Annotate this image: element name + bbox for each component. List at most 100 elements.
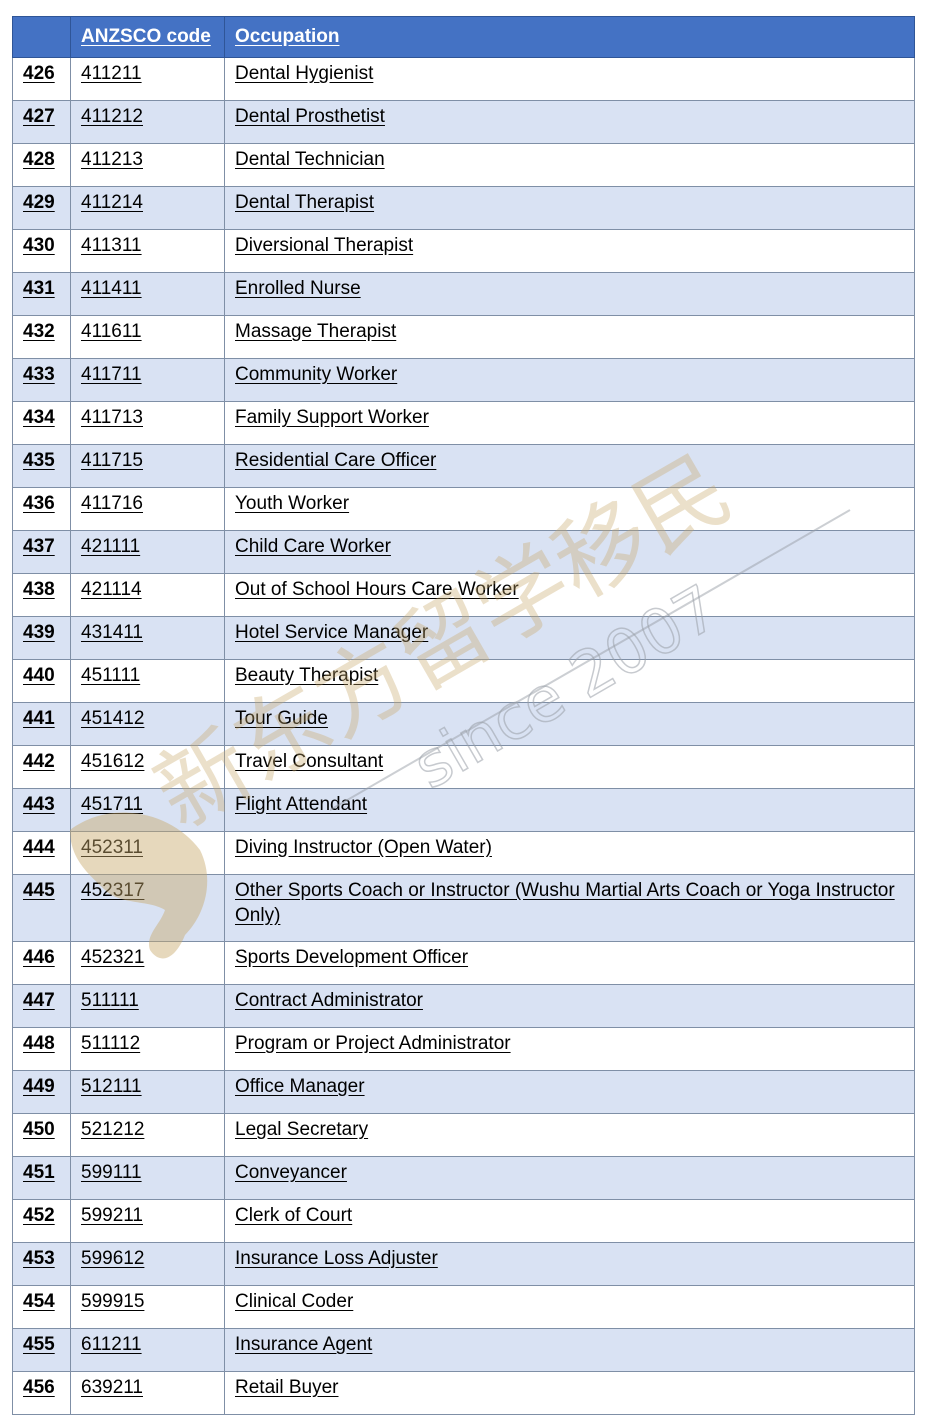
anzsco-code-link[interactable]: 451612	[70, 745, 225, 789]
row-number[interactable]: 451	[12, 1156, 71, 1200]
occupation-link[interactable]: Sports Development Officer	[224, 941, 915, 985]
anzsco-code-link[interactable]: 599612	[70, 1242, 225, 1286]
anzsco-code-link[interactable]: 411213	[70, 143, 225, 187]
row-number[interactable]: 438	[12, 573, 71, 617]
row-number[interactable]: 430	[12, 229, 71, 273]
row-number[interactable]: 427	[12, 100, 71, 144]
row-number[interactable]: 436	[12, 487, 71, 531]
row-number[interactable]: 432	[12, 315, 71, 359]
anzsco-code-link[interactable]: 451711	[70, 788, 225, 832]
table-row: 454 599915 Clinical Coder	[12, 1285, 915, 1329]
row-number[interactable]: 445	[12, 874, 71, 942]
anzsco-code-link[interactable]: 639211	[70, 1371, 225, 1415]
anzsco-code-link[interactable]: 411311	[70, 229, 225, 273]
row-number[interactable]: 449	[12, 1070, 71, 1114]
occupation-link[interactable]: Enrolled Nurse	[224, 272, 915, 316]
occupation-link[interactable]: Residential Care Officer	[224, 444, 915, 488]
row-number[interactable]: 444	[12, 831, 71, 875]
occupation-link[interactable]: Family Support Worker	[224, 401, 915, 445]
occupation-link[interactable]: Insurance Agent	[224, 1328, 915, 1372]
occupation-link[interactable]: Insurance Loss Adjuster	[224, 1242, 915, 1286]
occupation-link[interactable]: Office Manager	[224, 1070, 915, 1114]
anzsco-code-link[interactable]: 421111	[70, 530, 225, 574]
anzsco-code-link[interactable]: 411713	[70, 401, 225, 445]
row-number[interactable]: 455	[12, 1328, 71, 1372]
occupation-link[interactable]: Dental Technician	[224, 143, 915, 187]
occupation-link[interactable]: Diving Instructor (Open Water)	[224, 831, 915, 875]
occupation-link[interactable]: Clinical Coder	[224, 1285, 915, 1329]
anzsco-code-link[interactable]: 411715	[70, 444, 225, 488]
occupation-link[interactable]: Dental Prosthetist	[224, 100, 915, 144]
occupation-link[interactable]: Other Sports Coach or Instructor (Wushu …	[224, 874, 915, 942]
anzsco-code-link[interactable]: 431411	[70, 616, 225, 660]
anzsco-code-link[interactable]: 452317	[70, 874, 225, 942]
occupation-link[interactable]: Dental Therapist	[224, 186, 915, 230]
occupation-link[interactable]: Flight Attendant	[224, 788, 915, 832]
row-number[interactable]: 442	[12, 745, 71, 789]
occupation-link[interactable]: Retail Buyer	[224, 1371, 915, 1415]
anzsco-code-link[interactable]: 512111	[70, 1070, 225, 1114]
table-row: 452 599211 Clerk of Court	[12, 1199, 915, 1243]
anzsco-code-link[interactable]: 451412	[70, 702, 225, 746]
row-number[interactable]: 450	[12, 1113, 71, 1157]
row-number[interactable]: 440	[12, 659, 71, 703]
occupation-link[interactable]: Conveyancer	[224, 1156, 915, 1200]
row-number[interactable]: 428	[12, 143, 71, 187]
occupation-link[interactable]: Youth Worker	[224, 487, 915, 531]
table-row: 446 452321 Sports Development Officer	[12, 941, 915, 985]
occupation-link[interactable]: Travel Consultant	[224, 745, 915, 789]
occupation-link[interactable]: Contract Administrator	[224, 984, 915, 1028]
anzsco-code-link[interactable]: 411716	[70, 487, 225, 531]
header-anzsco-code[interactable]: ANZSCO code	[70, 16, 225, 58]
row-number[interactable]: 433	[12, 358, 71, 402]
table-row: 448 511112 Program or Project Administrato…	[12, 1027, 915, 1071]
occupation-link[interactable]: Diversional Therapist	[224, 229, 915, 273]
row-number[interactable]: 447	[12, 984, 71, 1028]
anzsco-code-link[interactable]: 599915	[70, 1285, 225, 1329]
header-occupation[interactable]: Occupation	[224, 16, 915, 58]
anzsco-code-link[interactable]: 411212	[70, 100, 225, 144]
occupation-link[interactable]: Hotel Service Manager	[224, 616, 915, 660]
row-number[interactable]: 429	[12, 186, 71, 230]
anzsco-code-link[interactable]: 411611	[70, 315, 225, 359]
anzsco-code-link[interactable]: 421114	[70, 573, 225, 617]
table-row: 449 512111 Office Manager	[12, 1070, 915, 1114]
occupation-link[interactable]: Tour Guide	[224, 702, 915, 746]
row-number[interactable]: 443	[12, 788, 71, 832]
row-number[interactable]: 454	[12, 1285, 71, 1329]
row-number[interactable]: 435	[12, 444, 71, 488]
occupation-link[interactable]: Out of School Hours Care Worker	[224, 573, 915, 617]
row-number[interactable]: 453	[12, 1242, 71, 1286]
row-number[interactable]: 441	[12, 702, 71, 746]
occupation-link[interactable]: Clerk of Court	[224, 1199, 915, 1243]
occupation-link[interactable]: Legal Secretary	[224, 1113, 915, 1157]
row-number[interactable]: 437	[12, 530, 71, 574]
row-number[interactable]: 456	[12, 1371, 71, 1415]
anzsco-code-link[interactable]: 511111	[70, 984, 225, 1028]
occupation-link[interactable]: Beauty Therapist	[224, 659, 915, 703]
anzsco-code-link[interactable]: 511112	[70, 1027, 225, 1071]
anzsco-code-link[interactable]: 411211	[70, 57, 225, 101]
row-number[interactable]: 446	[12, 941, 71, 985]
occupation-link[interactable]: Dental Hygienist	[224, 57, 915, 101]
row-number[interactable]: 426	[12, 57, 71, 101]
occupation-link[interactable]: Program or Project Administrator	[224, 1027, 915, 1071]
anzsco-code-link[interactable]: 611211	[70, 1328, 225, 1372]
anzsco-code-link[interactable]: 521212	[70, 1113, 225, 1157]
anzsco-code-link[interactable]: 452311	[70, 831, 225, 875]
occupation-link[interactable]: Child Care Worker	[224, 530, 915, 574]
occupation-link[interactable]: Massage Therapist	[224, 315, 915, 359]
row-number[interactable]: 431	[12, 272, 71, 316]
row-number[interactable]: 439	[12, 616, 71, 660]
anzsco-code-link[interactable]: 452321	[70, 941, 225, 985]
anzsco-code-link[interactable]: 411411	[70, 272, 225, 316]
anzsco-code-link[interactable]: 411214	[70, 186, 225, 230]
anzsco-code-link[interactable]: 451111	[70, 659, 225, 703]
anzsco-code-link[interactable]: 599211	[70, 1199, 225, 1243]
occupation-link[interactable]: Community Worker	[224, 358, 915, 402]
anzsco-code-link[interactable]: 599111	[70, 1156, 225, 1200]
row-number[interactable]: 434	[12, 401, 71, 445]
row-number[interactable]: 448	[12, 1027, 71, 1071]
row-number[interactable]: 452	[12, 1199, 71, 1243]
anzsco-code-link[interactable]: 411711	[70, 358, 225, 402]
